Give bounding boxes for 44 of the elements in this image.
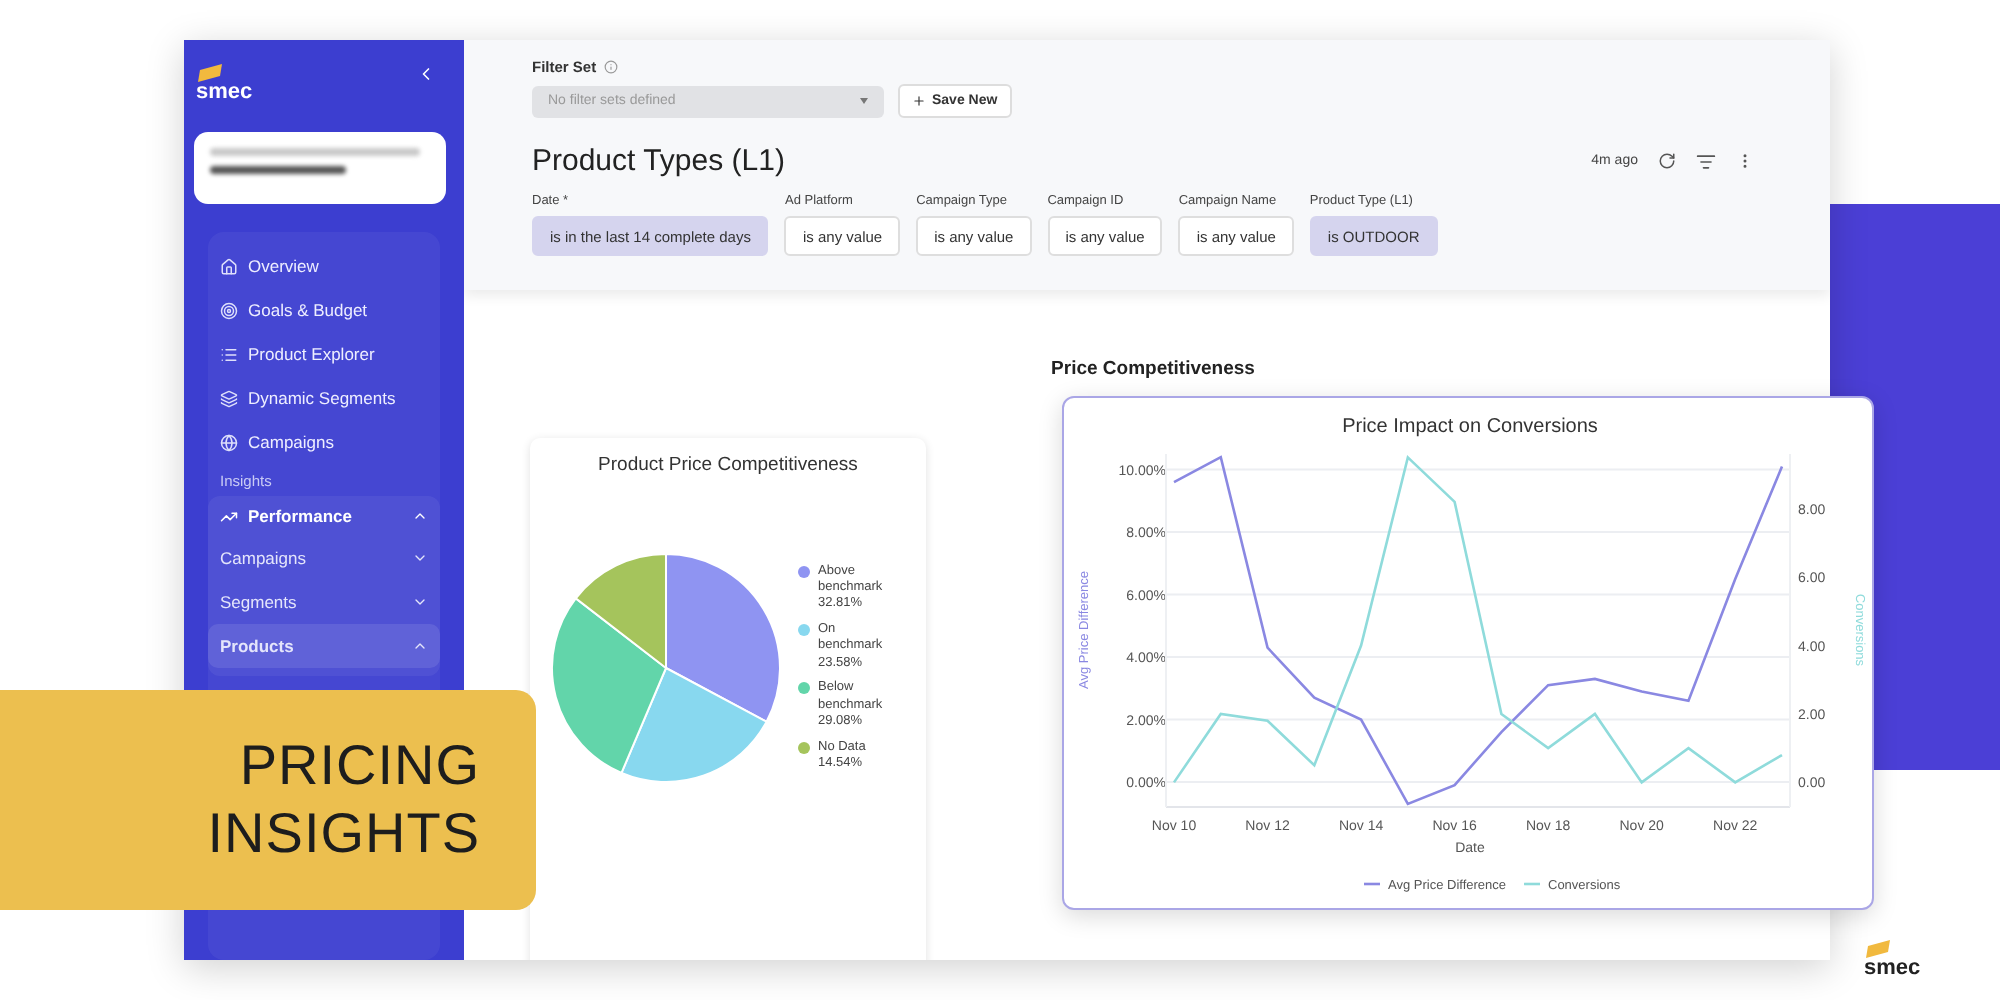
report-title: Product Types (L1) <box>532 144 785 178</box>
logo-mark-icon <box>1864 940 1892 958</box>
nav-item[interactable]: Dynamic Segments <box>208 376 440 420</box>
nav-item[interactable]: Campaigns <box>208 420 440 464</box>
chevron-down-icon <box>412 594 428 610</box>
nav-label: Product Explorer <box>248 344 375 364</box>
filter-icon[interactable] <box>1696 151 1716 171</box>
chevron-up-icon <box>412 638 428 654</box>
layers-icon <box>220 389 238 407</box>
banner-text: INSIGHTS <box>207 800 480 868</box>
target-icon <box>220 301 238 319</box>
info-icon[interactable] <box>604 60 619 74</box>
logo-text: smec <box>1864 958 1921 980</box>
nav-item[interactable]: Product Explorer <box>208 332 440 376</box>
chart-title: Price Impact on Conversions <box>1342 416 1598 438</box>
nav-label: Segments <box>220 592 297 612</box>
nav-label: Campaigns <box>220 548 306 568</box>
section-title: Price Competitiveness <box>1051 358 1255 380</box>
nav-subitem[interactable]: Segments <box>208 580 440 624</box>
nav-item[interactable]: Overview <box>208 244 440 288</box>
trend-icon <box>220 507 238 525</box>
list-icon <box>220 345 238 363</box>
nav-label: Campaigns <box>248 432 334 452</box>
blurred-text <box>210 166 346 174</box>
logo-text: smec <box>196 82 253 104</box>
chevron-down-icon <box>412 550 428 566</box>
account-card[interactable] <box>194 132 446 204</box>
nav-label: Products <box>220 636 294 656</box>
nav-label: Performance <box>248 506 352 526</box>
banner-text: PRICING <box>239 732 480 800</box>
nav-item[interactable]: Goals & Budget <box>208 288 440 332</box>
globe-icon <box>220 433 238 451</box>
logo-mark-icon <box>196 64 224 82</box>
home-icon <box>220 257 238 275</box>
chart-title: Product Price Competitiveness <box>598 454 858 476</box>
plus-icon <box>912 94 926 108</box>
refresh-icon[interactable] <box>1658 152 1676 170</box>
nav-group[interactable]: Performance <box>208 496 440 536</box>
nav-label: Dynamic Segments <box>248 388 396 408</box>
nav-label: Overview <box>248 256 319 276</box>
nav-subitem[interactable]: Campaigns <box>208 536 440 580</box>
nav-label: Goals & Budget <box>248 300 368 320</box>
nav-subitem[interactable]: Products <box>208 624 440 668</box>
chevron-up-icon <box>412 508 428 524</box>
